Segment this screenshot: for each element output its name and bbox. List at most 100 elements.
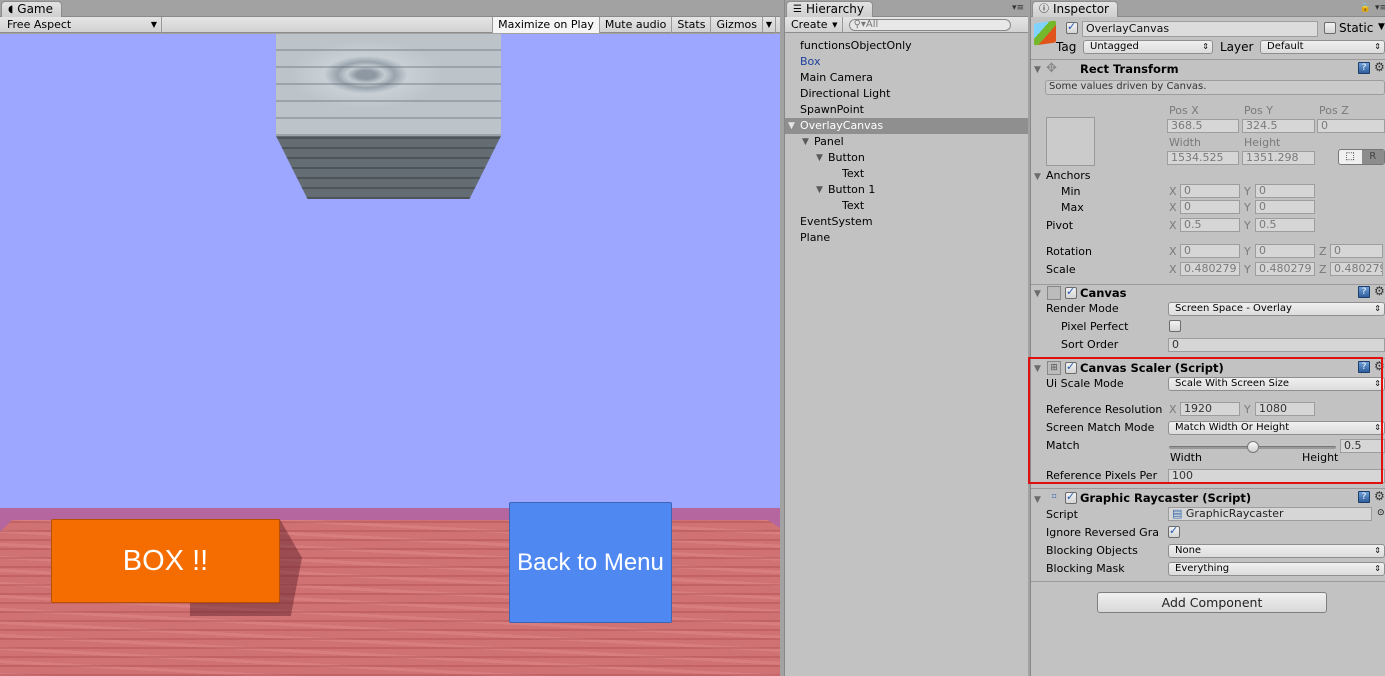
tag-dropdown[interactable]: Untagged ⇕: [1083, 40, 1213, 54]
ref-pixels-per-unit-field[interactable]: 100: [1168, 469, 1385, 483]
help-book-icon[interactable]: ?: [1358, 491, 1370, 503]
divider: [1031, 581, 1385, 582]
panel-menu-icon[interactable]: ▾≡: [1375, 3, 1385, 13]
gear-icon[interactable]: ⚙: [1374, 489, 1385, 503]
gear-icon[interactable]: ⚙: [1374, 284, 1385, 298]
blocking-mask-dropdown[interactable]: Everything ⇕: [1168, 562, 1385, 576]
collapse-triangle-icon[interactable]: ▼: [1034, 289, 1041, 299]
gizmos-toggle[interactable]: Gizmos: [710, 17, 762, 33]
hierarchy-item[interactable]: Directional Light: [785, 86, 1028, 102]
anchors-triangle-icon[interactable]: ▼: [1034, 172, 1041, 182]
raycaster-enabled-checkbox[interactable]: [1065, 490, 1077, 504]
stats-toggle[interactable]: Stats: [671, 17, 710, 33]
create-label: Create: [791, 17, 828, 31]
match-slider-thumb[interactable]: [1246, 441, 1259, 453]
tab-inspector[interactable]: ⓘ Inspector: [1032, 1, 1118, 17]
collapse-triangle-icon[interactable]: ▼: [1034, 364, 1041, 374]
anchor-min-x-field[interactable]: 0: [1180, 184, 1240, 198]
ref-resolution-x-field[interactable]: 1920: [1180, 402, 1240, 416]
tab-hierarchy[interactable]: ☰ Hierarchy: [786, 1, 873, 17]
hierarchy-item[interactable]: Plane: [785, 230, 1028, 246]
render-mode-value: Screen Space - Overlay: [1175, 303, 1292, 314]
hierarchy-item[interactable]: SpawnPoint: [785, 102, 1028, 118]
gear-icon[interactable]: ⚙: [1374, 60, 1385, 74]
hierarchy-item[interactable]: Text: [785, 198, 1028, 214]
height-field[interactable]: 1351.298: [1242, 151, 1315, 165]
lock-icon[interactable]: 🔒: [1360, 3, 1371, 13]
pivot-x-field[interactable]: 0.5: [1180, 218, 1240, 232]
pos-z-field[interactable]: 0: [1317, 119, 1385, 133]
expand-triangle-icon[interactable]: ▼: [788, 118, 795, 134]
hierarchy-item[interactable]: Main Camera: [785, 70, 1028, 86]
ui-scale-mode-dropdown[interactable]: Scale With Screen Size ⇕: [1168, 377, 1385, 391]
expand-triangle-icon[interactable]: ▼: [816, 150, 823, 166]
hierarchy-item[interactable]: Text: [785, 166, 1028, 182]
blueprint-raw-toggle[interactable]: ⬚ R: [1338, 149, 1385, 165]
scale-x-field[interactable]: 0.480279: [1180, 262, 1240, 276]
hierarchy-item[interactable]: ▼ Button 1: [785, 182, 1028, 198]
anchor-max-x-field[interactable]: 0: [1180, 200, 1240, 214]
blueprint-mode-icon[interactable]: ⬚: [1339, 150, 1362, 164]
raw-edit-button[interactable]: R: [1361, 150, 1384, 164]
maximize-on-play-toggle[interactable]: Maximize on Play: [492, 17, 599, 33]
gear-icon[interactable]: ⚙: [1374, 359, 1385, 373]
panel-menu-icon[interactable]: ▾≡: [1012, 3, 1024, 13]
hierarchy-item[interactable]: ▼ Button: [785, 150, 1028, 166]
object-name-input[interactable]: OverlayCanvas: [1082, 21, 1318, 37]
active-checkbox[interactable]: [1066, 20, 1078, 34]
hierarchy-item[interactable]: ▼ Panel: [785, 134, 1028, 150]
pos-z-label: Pos Z: [1319, 104, 1349, 117]
scale-z-field[interactable]: 0.480279: [1330, 262, 1383, 276]
hierarchy-item[interactable]: ▼ OverlayCanvas: [785, 118, 1028, 134]
match-width-label: Width: [1170, 451, 1202, 464]
box-button[interactable]: BOX !!: [51, 519, 280, 603]
tab-game[interactable]: ◖ Game: [1, 1, 63, 17]
blocking-objects-dropdown[interactable]: None ⇕: [1168, 544, 1385, 558]
scale-y-field[interactable]: 0.480279: [1255, 262, 1315, 276]
static-dropdown-icon[interactable]: ▼: [1378, 22, 1385, 32]
pos-y-field[interactable]: 324.5: [1242, 119, 1315, 133]
width-field[interactable]: 1534.525: [1167, 151, 1239, 165]
rect-transform-title: Rect Transform: [1080, 62, 1179, 76]
rotation-y-field[interactable]: 0: [1255, 244, 1315, 258]
rotation-x-field[interactable]: 0: [1180, 244, 1240, 258]
ignore-reversed-checkbox[interactable]: [1168, 524, 1180, 538]
help-book-icon[interactable]: ?: [1358, 361, 1370, 373]
collapse-triangle-icon[interactable]: ▼: [1034, 65, 1041, 75]
add-component-button[interactable]: Add Component: [1097, 592, 1327, 613]
hierarchy-item[interactable]: functionsObjectOnly: [785, 38, 1028, 54]
sort-order-field[interactable]: 0: [1168, 338, 1385, 352]
hierarchy-item[interactable]: Box: [785, 54, 1028, 70]
aspect-dropdown[interactable]: Free Aspect ▼: [0, 16, 162, 33]
game-panel: ◖ Game Free Aspect ▼ Maximize on Play Mu…: [0, 0, 780, 676]
match-value-field[interactable]: 0.5: [1340, 439, 1385, 453]
hierarchy-search-input[interactable]: ⚲▾All: [848, 18, 1011, 31]
canvas-scaler-enabled-checkbox[interactable]: [1065, 360, 1077, 374]
expand-triangle-icon[interactable]: ▼: [816, 182, 823, 198]
screen-match-mode-dropdown[interactable]: Match Width Or Height ⇕: [1168, 421, 1385, 435]
layer-dropdown[interactable]: Default ⇕: [1260, 40, 1385, 54]
anchor-preset-button[interactable]: [1046, 117, 1095, 166]
mute-audio-toggle[interactable]: Mute audio: [598, 17, 672, 33]
static-checkbox[interactable]: [1324, 22, 1336, 34]
create-dropdown[interactable]: Create ▼: [785, 16, 843, 33]
canvas-enabled-checkbox[interactable]: [1065, 285, 1077, 299]
anchor-min-y-field[interactable]: 0: [1255, 184, 1315, 198]
back-to-menu-button[interactable]: Back to Menu: [509, 502, 672, 623]
object-picker-icon[interactable]: ⊙: [1377, 508, 1385, 518]
render-mode-dropdown[interactable]: Screen Space - Overlay ⇕: [1168, 302, 1385, 316]
rotation-z-field[interactable]: 0: [1330, 244, 1383, 258]
expand-triangle-icon[interactable]: ▼: [802, 134, 809, 150]
anchor-max-y-field[interactable]: 0: [1255, 200, 1315, 214]
game-viewport[interactable]: BOX !! Back to Menu: [0, 34, 780, 676]
pixel-perfect-checkbox[interactable]: [1169, 320, 1181, 332]
help-book-icon[interactable]: ?: [1358, 286, 1370, 298]
pivot-y-field[interactable]: 0.5: [1255, 218, 1315, 232]
script-object-field[interactable]: ▤ GraphicRaycaster: [1168, 507, 1372, 521]
gizmos-dropdown-icon[interactable]: ▼: [762, 17, 776, 33]
ref-resolution-y-field[interactable]: 1080: [1255, 402, 1315, 416]
collapse-triangle-icon[interactable]: ▼: [1034, 495, 1041, 505]
hierarchy-item[interactable]: EventSystem: [785, 214, 1028, 230]
help-book-icon[interactable]: ?: [1358, 62, 1370, 74]
pos-x-field[interactable]: 368.5: [1167, 119, 1239, 133]
